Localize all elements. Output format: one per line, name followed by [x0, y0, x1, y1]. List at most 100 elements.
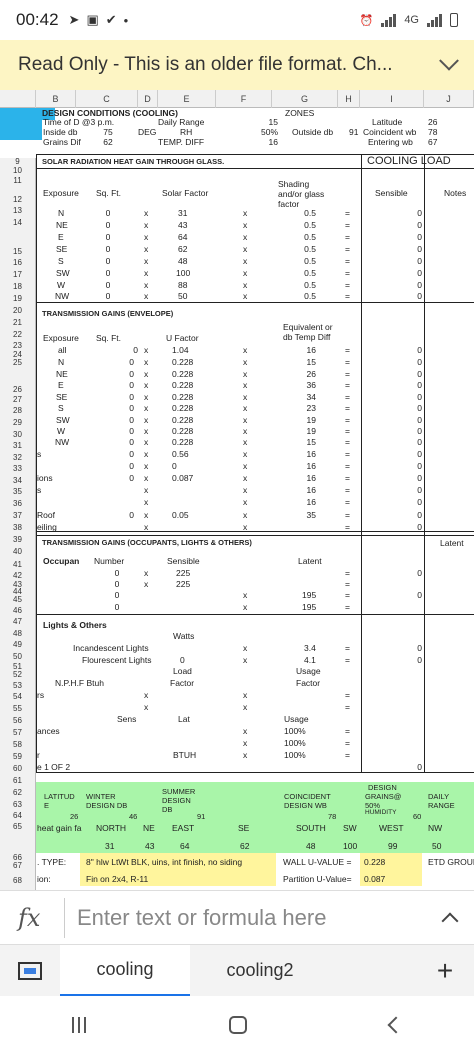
home-icon[interactable]	[228, 1015, 247, 1034]
cell-text: 0	[129, 369, 134, 379]
row-header-40[interactable]: 40	[0, 546, 36, 558]
chevron-down-icon[interactable]	[439, 50, 459, 71]
row-header-49[interactable]: 49	[0, 639, 36, 651]
row-header-45[interactable]: 45	[0, 595, 36, 605]
column-header-i[interactable]: I	[360, 90, 424, 108]
row-header-20[interactable]: 20	[0, 305, 36, 317]
section-line-14	[36, 168, 474, 169]
row-header-68[interactable]: 68	[0, 870, 36, 885]
row-header-17[interactable]: 17	[0, 269, 36, 281]
row-header-22[interactable]: 22	[0, 329, 36, 340]
row-header-62[interactable]: 62	[0, 787, 36, 799]
tab-cooling2[interactable]: cooling2	[190, 945, 330, 997]
row-header-59[interactable]: 59	[0, 751, 36, 763]
cell-text: 0	[129, 437, 134, 447]
read-only-banner[interactable]: Read Only - This is an older file format…	[0, 40, 474, 90]
chevron-up-icon[interactable]	[441, 912, 459, 929]
row-header-37[interactable]: 37	[0, 510, 36, 522]
recent-apps-icon[interactable]	[71, 1016, 86, 1033]
input-cell-occupants-3[interactable]	[0, 130, 42, 140]
row-header-29[interactable]: 29	[0, 417, 36, 429]
column-header-j[interactable]: J	[424, 90, 474, 108]
cell-text: x	[144, 220, 149, 230]
row-header-38[interactable]: 38	[0, 522, 36, 534]
row-header-11[interactable]: 11	[0, 176, 36, 186]
row-header-56[interactable]: 56	[0, 715, 36, 727]
tab-cooling[interactable]: cooling	[60, 944, 190, 997]
row-header-13[interactable]: 13	[0, 204, 36, 218]
column-header-h[interactable]: H	[338, 90, 360, 108]
cell-text: 0.5	[304, 268, 316, 278]
row-header-60[interactable]: 60	[0, 763, 36, 775]
row-header-33[interactable]: 33	[0, 463, 36, 475]
row-header-57[interactable]: 57	[0, 727, 36, 739]
row-header-27[interactable]: 27	[0, 394, 36, 405]
formula-input[interactable]: Enter text or formula here	[77, 905, 444, 931]
row-header-24[interactable]: 24	[0, 351, 36, 359]
row-header-53[interactable]: 53	[0, 680, 36, 691]
row-header-44[interactable]: 44	[0, 588, 36, 596]
row-header-32[interactable]: 32	[0, 452, 36, 463]
row-header-46[interactable]: 46	[0, 605, 36, 616]
column-header-b[interactable]: B	[36, 90, 76, 108]
cell-text: DESIGN	[162, 796, 191, 805]
row-header-9[interactable]: 9	[0, 158, 36, 166]
column-header-f[interactable]: F	[216, 90, 272, 108]
cell-text: =	[345, 602, 350, 612]
row-header-18[interactable]: 18	[0, 281, 36, 293]
cell-text: 50	[432, 841, 442, 851]
spreadsheet-grid[interactable]: BCDEFGHIJ 9 10 11 12 13 14 15 16 17 18 19 20 21 22 23 2…	[0, 90, 474, 890]
cell-text: GRAINS@	[365, 792, 402, 801]
row-header-54[interactable]: 54	[0, 691, 36, 703]
input-cell-occupants-1[interactable]	[0, 120, 42, 130]
row-header-10[interactable]: 10	[0, 166, 36, 176]
row-header-36[interactable]: 36	[0, 497, 36, 510]
formula-bar[interactable]: fx Enter text or formula here	[0, 890, 474, 944]
row-header-25[interactable]: 25	[0, 358, 36, 368]
row-header-63[interactable]: 63	[0, 799, 36, 810]
row-header-47[interactable]: 47	[0, 616, 36, 628]
cell-text: 1.04	[172, 345, 189, 355]
row-header-28[interactable]: 28	[0, 405, 36, 417]
row-header-58[interactable]: 58	[0, 739, 36, 751]
row-header-26[interactable]: 26	[0, 368, 36, 394]
column-header-d[interactable]: D	[138, 90, 158, 108]
row-header-41[interactable]: 41	[0, 558, 36, 571]
row-header-64[interactable]: 64	[0, 810, 36, 822]
column-header-e[interactable]: E	[158, 90, 216, 108]
cell-text: Entering wb	[368, 137, 413, 147]
cell-text: x	[144, 345, 149, 355]
row-header-34[interactable]: 34	[0, 475, 36, 486]
cell-text: DB	[162, 805, 173, 814]
row-header-14[interactable]: 14	[0, 218, 36, 228]
row-header-19[interactable]: 19	[0, 293, 36, 305]
cell-text: Factor	[296, 678, 321, 688]
row-header-12[interactable]: 12	[0, 186, 36, 204]
cell-text: 3.4	[304, 643, 316, 653]
add-sheet-button[interactable]: +	[416, 945, 474, 997]
cell-text: x	[144, 497, 149, 507]
row-header-66[interactable]: 66	[0, 832, 36, 862]
row-header-67[interactable]: 67	[0, 862, 36, 870]
row-header-30[interactable]: 30	[0, 429, 36, 440]
row-header-48[interactable]: 48	[0, 628, 36, 639]
cell-text: x	[144, 449, 149, 459]
column-header-g[interactable]: G	[272, 90, 338, 108]
column-header-c[interactable]: C	[76, 90, 138, 108]
cell-text: all	[58, 345, 67, 355]
row-header-39[interactable]: 39	[0, 534, 36, 546]
row-header-55[interactable]: 55	[0, 703, 36, 715]
row-header-52[interactable]: 52	[0, 669, 36, 680]
row-header-15[interactable]: 15	[0, 228, 36, 256]
row-header-21[interactable]: 21	[0, 317, 36, 329]
corner-cell[interactable]	[0, 90, 36, 108]
row-header-35[interactable]: 35	[0, 486, 36, 497]
back-icon[interactable]	[387, 1016, 405, 1033]
row-header-31[interactable]: 31	[0, 440, 36, 452]
row-header-16[interactable]: 16	[0, 256, 36, 269]
row-header-61[interactable]: 61	[0, 775, 36, 787]
row-header-65[interactable]: 65	[0, 822, 36, 832]
sheet-list-button[interactable]	[0, 945, 60, 997]
cell-text: 0	[417, 280, 422, 290]
cell-text: x	[243, 750, 248, 760]
